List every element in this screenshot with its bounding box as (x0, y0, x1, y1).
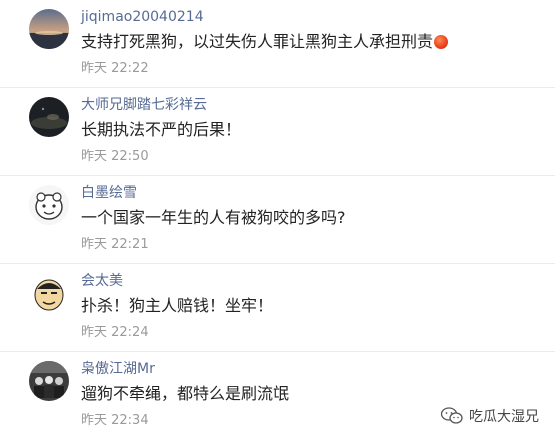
night-landscape-avatar-icon (29, 97, 69, 137)
username[interactable]: jiqimao20040214 (81, 8, 204, 26)
comment-time: 昨天 22:22 (81, 61, 149, 76)
avatar[interactable] (29, 97, 69, 137)
username[interactable]: 枭傲江湖Mr (81, 360, 155, 378)
comment-item: 枭傲江湖Mr 遛狗不牵绳，都特么是刷流氓 昨天 22:34 (0, 352, 555, 440)
comment-item: 白墨绘雪 一个国家一年生的人有被狗咬的多吗? 昨天 22:21 (0, 176, 555, 264)
sunset-avatar-icon (29, 9, 69, 49)
meme-face-avatar-icon (29, 273, 69, 313)
comment-time: 昨天 22:21 (81, 237, 149, 252)
avatar[interactable] (29, 361, 69, 401)
wechat-icon (441, 407, 463, 424)
comment-list: jiqimao20040214 支持打死黑狗，以过失伤人罪让黑狗主人承担刑责 昨… (0, 0, 555, 440)
comment-time: 昨天 22:50 (81, 149, 149, 164)
comment-text: 扑杀！狗主人赔钱！坐牢！ (81, 296, 274, 315)
red-ball-emoji-icon (434, 35, 449, 49)
comment-item: 会太美 扑杀！狗主人赔钱！坐牢！ 昨天 22:24 (0, 264, 555, 352)
cartoon-face-avatar-icon (29, 185, 69, 225)
username[interactable]: 大师兄脚踏七彩祥云 (81, 96, 207, 114)
username[interactable]: 会太美 (81, 272, 123, 290)
avatar[interactable] (29, 185, 69, 225)
comment-item: 大师兄脚踏七彩祥云 长期执法不严的后果！ 昨天 22:50 (0, 88, 555, 176)
comment-text: 遛狗不牵绳，都特么是刷流氓 (81, 384, 290, 403)
comment-text: 支持打死黑狗，以过失伤人罪让黑狗主人承担刑责 (81, 31, 449, 53)
comment-item: jiqimao20040214 支持打死黑狗，以过失伤人罪让黑狗主人承担刑责 昨… (0, 0, 555, 88)
comment-text: 长期执法不严的后果！ (81, 120, 242, 139)
group-photo-avatar-icon (29, 361, 69, 401)
comment-time: 昨天 22:24 (81, 325, 149, 340)
watermark: 吃瓜大湿兄 (441, 406, 539, 426)
avatar[interactable] (29, 273, 69, 313)
comment-time: 昨天 22:34 (81, 413, 149, 428)
username[interactable]: 白墨绘雪 (81, 184, 137, 202)
watermark-text: 吃瓜大湿兄 (469, 409, 539, 425)
avatar[interactable] (29, 9, 69, 49)
comment-text: 一个国家一年生的人有被狗咬的多吗? (81, 208, 346, 227)
